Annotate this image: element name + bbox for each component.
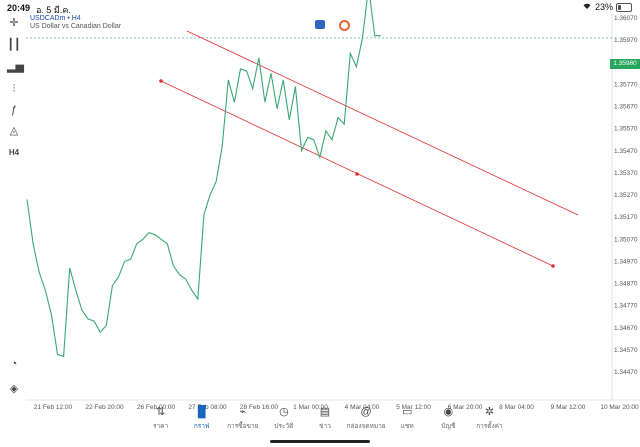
price-tick-label: 1.35670 <box>614 104 638 111</box>
nav-item-label: บัญชี <box>441 423 456 430</box>
nav-item-label: การตั้งค่า <box>476 423 503 430</box>
nav-item-label: แชท <box>400 423 414 430</box>
price-tick-label: 1.34670 <box>614 325 638 332</box>
time-tick-label: 10 Mar 20:00 <box>600 404 639 411</box>
nav-item-history[interactable]: ◷ ประวัติ <box>263 405 304 445</box>
nav-item-settings[interactable]: ✲ การตั้งค่า <box>469 405 510 445</box>
price-tick-label: 1.35470 <box>614 148 638 155</box>
nav-item-quotes[interactable]: ⇅ ราคา <box>140 405 181 445</box>
nav-item-account[interactable]: ◉ บัญชี <box>428 405 469 445</box>
nav-item-trade[interactable]: ⌁ การซื้อขาย <box>222 405 263 445</box>
time-tick-label: 22 Feb 20:00 <box>85 404 124 411</box>
nav-item-news[interactable]: ▤ ข่าว <box>304 405 345 445</box>
time-tick-label: 9 Mar 12:00 <box>551 404 586 411</box>
settings-icon: ✲ <box>484 406 495 418</box>
nav-item-chart[interactable]: ▐▌ กราฟ <box>181 405 222 445</box>
price-tick-label: 1.35070 <box>614 236 638 243</box>
price-tick-label: 1.34870 <box>614 281 638 288</box>
price-tick-label: 1.34470 <box>614 369 638 376</box>
chat-icon: ▭ <box>402 406 413 418</box>
channel-anchor-mid[interactable] <box>355 172 359 176</box>
nav-item-label: การซื้อขาย <box>227 423 259 430</box>
quotes-icon: ⇅ <box>155 406 166 418</box>
price-tick-label: 1.35970 <box>614 37 638 44</box>
nav-item-label: กราฟ <box>193 423 210 430</box>
price-tick-label: 1.35170 <box>614 214 638 221</box>
channel-upper-line[interactable] <box>186 30 579 216</box>
price-series-line <box>26 0 381 358</box>
nav-item-chat[interactable]: ▭ แชท <box>387 405 428 445</box>
price-tick-label: 1.34770 <box>614 303 638 310</box>
trade-icon: ⌁ <box>239 406 247 418</box>
chart-icon: ▐▌ <box>193 406 210 418</box>
price-tick-label: 1.35770 <box>614 81 638 88</box>
price-tick-label: 1.34970 <box>614 258 638 265</box>
current-price-tag: 1.35980 <box>610 59 640 69</box>
bottom-nav: ⇅ ราคา ▐▌ กราฟ ⌁ การซื้อขาย ◷ ประวัติ ▤ ข่าว @ กล่อ… <box>140 405 510 445</box>
price-chart[interactable]: 1.360701.359701.358701.357701.356701.355… <box>0 0 640 447</box>
nav-item-label: ข่าว <box>319 423 331 430</box>
price-tick-label: 1.35370 <box>614 170 638 177</box>
nav-item-label: กล่องจดหมาย <box>346 423 386 430</box>
account-icon: ◉ <box>443 406 454 418</box>
nav-item-label: ประวัติ <box>274 423 294 430</box>
channel-anchor-start[interactable] <box>159 79 163 83</box>
price-tick-label: 1.35270 <box>614 192 638 199</box>
price-tick-label: 1.35570 <box>614 126 638 133</box>
price-tick-label: 1.34570 <box>614 347 638 354</box>
nav-item-mailbox[interactable]: @ กล่องจดหมาย <box>346 405 387 445</box>
history-icon: ◷ <box>279 406 289 418</box>
news-icon: ▤ <box>319 406 331 418</box>
mailbox-icon: @ <box>360 406 372 418</box>
price-tick-label: 1.36070 <box>614 15 638 22</box>
channel-anchor-end[interactable] <box>551 264 555 268</box>
time-tick-label: 21 Feb 12:00 <box>34 404 73 411</box>
nav-item-label: ราคา <box>152 423 169 430</box>
home-indicator[interactable] <box>270 440 370 443</box>
